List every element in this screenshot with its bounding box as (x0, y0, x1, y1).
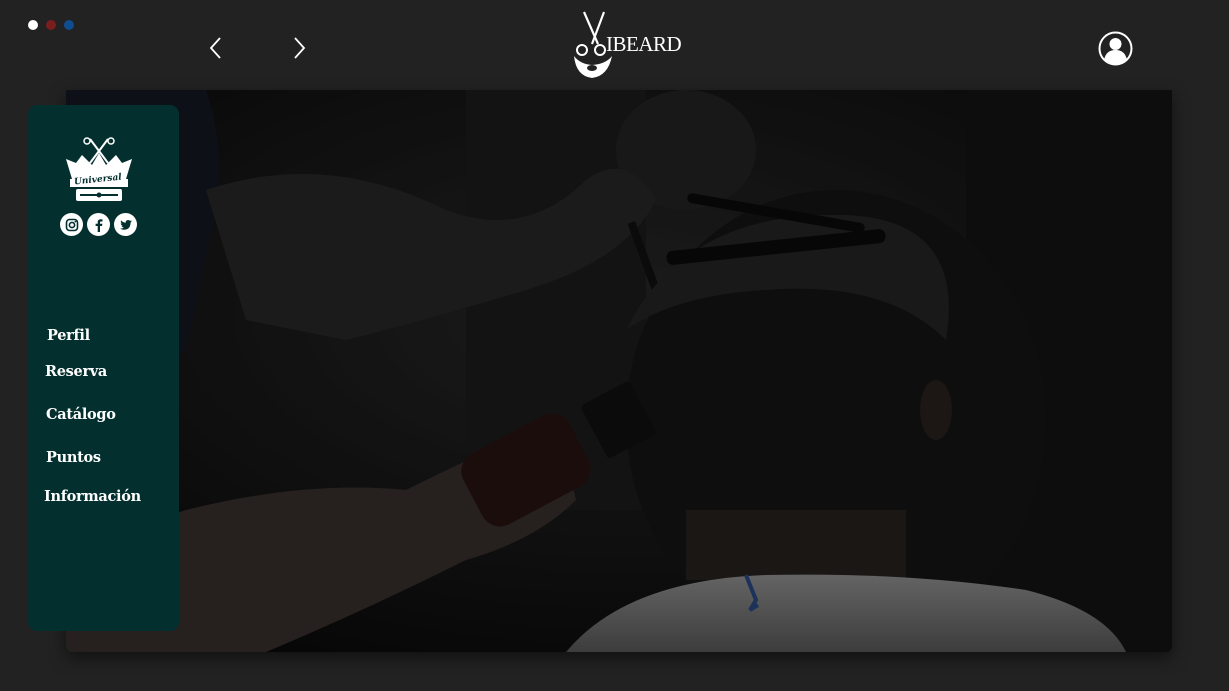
back-button[interactable] (202, 34, 230, 62)
menu-item-reserva[interactable]: Reserva (45, 363, 107, 380)
twitter-icon[interactable] (114, 213, 137, 236)
forward-button[interactable] (286, 34, 314, 62)
crown-scissors-icon (66, 137, 132, 201)
chevron-left-icon (209, 37, 221, 59)
window-minimize-dot[interactable] (46, 20, 56, 30)
menu-item-informacion[interactable]: Información (44, 488, 141, 505)
window-controls (28, 20, 74, 30)
sidebar: Universal Perfil Reserva Catálogo Puntos… (28, 105, 179, 631)
window-close-dot[interactable] (28, 20, 38, 30)
menu-item-puntos[interactable]: Puntos (46, 449, 101, 466)
facebook-icon[interactable] (87, 213, 110, 236)
hero-image (66, 90, 1172, 652)
menu-item-catalogo[interactable]: Catálogo (46, 406, 116, 423)
account-button[interactable] (1098, 31, 1133, 66)
instagram-icon[interactable] (60, 213, 83, 236)
barber-haircut-photo (66, 90, 1172, 652)
window-maximize-dot[interactable] (64, 20, 74, 30)
chevron-right-icon (294, 37, 306, 59)
menu-item-perfil[interactable]: Perfil (47, 327, 90, 344)
brand-logo[interactable]: IBEARD (570, 10, 682, 80)
social-links (60, 213, 137, 236)
brand-name: IBEARD (606, 32, 682, 56)
barbershop-crest-logo: Universal (62, 137, 136, 205)
user-avatar-icon (1098, 31, 1133, 66)
